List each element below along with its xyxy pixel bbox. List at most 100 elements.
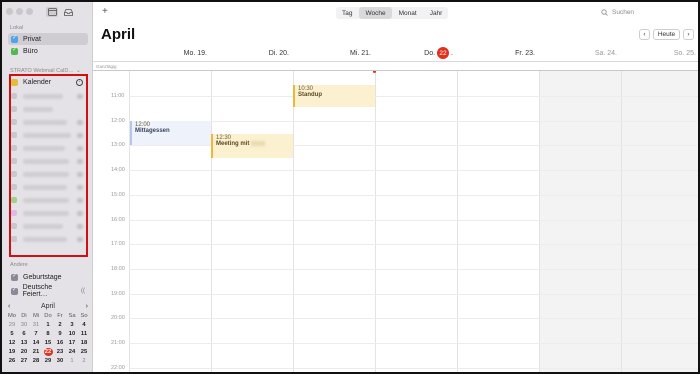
calendar-item-privat[interactable]: ✓ Privat <box>8 33 88 45</box>
day-header-thu[interactable]: Do. 22 . <box>375 47 457 59</box>
mini-day[interactable]: 31 <box>30 321 42 329</box>
event-mittagessen[interactable]: 12:00 Mittagessen <box>130 121 211 145</box>
day-header-label: Do. <box>424 49 436 57</box>
mini-day[interactable]: 6 <box>18 330 30 338</box>
calendar-item-buero[interactable]: ✓ Büro <box>8 45 88 57</box>
mini-day[interactable]: 16 <box>54 339 66 347</box>
mini-weekday: Mi <box>32 313 40 319</box>
mini-weekday: Do <box>44 313 52 319</box>
mini-day[interactable]: 10 <box>66 330 78 338</box>
calendar-label: Deutsche Feiert… <box>22 284 53 298</box>
checkbox-checked-icon[interactable]: ✓ <box>11 35 18 43</box>
mini-day[interactable]: 30 <box>54 357 66 365</box>
search-placeholder: Suchen <box>612 9 635 16</box>
mini-day[interactable]: 11 <box>78 330 90 338</box>
mini-day[interactable]: 5 <box>6 330 18 338</box>
mini-day[interactable]: 1 <box>42 321 54 329</box>
mini-day[interactable]: 20 <box>18 348 30 356</box>
chevron-left-icon: ‹ <box>643 31 646 38</box>
mini-day[interactable]: 27 <box>18 357 30 365</box>
mini-day[interactable]: 9 <box>54 330 66 338</box>
mini-weekday: Fr <box>57 313 63 319</box>
mini-day[interactable]: 12 <box>6 339 18 347</box>
day-header-tue[interactable]: Di. 20. <box>211 47 293 59</box>
mini-day[interactable]: 17 <box>66 339 78 347</box>
mini-day[interactable]: 23 <box>54 348 66 356</box>
calendar-item-feiertage[interactable]: ✓ Deutsche Feiert… (( <box>8 284 88 298</box>
mini-day[interactable]: 1 <box>66 357 78 365</box>
allday-label: Ganztägig <box>96 64 117 69</box>
week-grid[interactable]: 11:00 12:00 13:00 14:00 15:00 16:00 17:00 18:00… <box>93 71 698 372</box>
mini-day[interactable]: 24 <box>66 348 78 356</box>
hour-line <box>129 96 698 97</box>
calendar-label: Geburtstage <box>23 273 62 281</box>
prev-week-button[interactable]: ‹ <box>639 29 650 40</box>
day-header-sun[interactable]: So. 25. <box>621 47 698 59</box>
column-divider <box>539 71 540 372</box>
hour-label: 19:00 <box>111 291 125 297</box>
mini-day[interactable]: 28 <box>30 357 42 365</box>
mini-day[interactable]: 8 <box>42 330 54 338</box>
calendar-item-geburtstage[interactable]: ✓ Geburtstage <box>8 271 88 283</box>
add-event-button[interactable]: + <box>102 6 108 17</box>
inbox-icon[interactable] <box>62 7 74 17</box>
mini-day[interactable]: 13 <box>18 339 30 347</box>
section-title-other: Andere <box>10 262 28 268</box>
view-switcher: Tag Woche Monat Jahr <box>336 7 449 19</box>
event-meeting[interactable]: 12:30 Meeting mit <box>211 134 293 158</box>
calendar-list-toggle-icon[interactable] <box>46 7 58 17</box>
day-header-mon[interactable]: Mo. 19. <box>129 47 211 59</box>
day-header-sat[interactable]: Sa. 24. <box>539 47 621 59</box>
mini-day[interactable]: 18 <box>78 339 90 347</box>
close-window-button[interactable] <box>6 8 13 15</box>
minimize-window-button[interactable] <box>16 8 23 15</box>
mini-day[interactable]: 25 <box>78 348 90 356</box>
hour-label: 16:00 <box>111 217 125 223</box>
hour-line <box>129 294 698 295</box>
event-standup[interactable]: 10:30 Standup <box>293 85 375 107</box>
mini-day[interactable]: 26 <box>6 357 18 365</box>
hour-line <box>129 170 698 171</box>
mini-day[interactable]: 29 <box>42 357 54 365</box>
hour-line <box>129 368 698 369</box>
mini-day[interactable]: 19 <box>6 348 18 356</box>
zoom-window-button[interactable] <box>26 8 33 15</box>
event-title: Mittagessen <box>135 128 170 134</box>
tab-tag[interactable]: Tag <box>336 7 358 19</box>
mini-day[interactable]: 4 <box>78 321 90 329</box>
search-field[interactable]: Suchen <box>601 9 634 16</box>
hour-label: 11:00 <box>111 93 125 99</box>
mini-day[interactable]: 15 <box>42 339 54 347</box>
section-title-local: Lokal <box>10 25 24 31</box>
chevron-down-icon[interactable]: ⌄ <box>76 67 81 74</box>
mini-day[interactable]: 30 <box>18 321 30 329</box>
prev-month-icon[interactable]: ‹ <box>8 303 10 310</box>
chevron-right-icon: › <box>687 31 690 38</box>
checkbox-checked-icon[interactable]: ✓ <box>11 273 18 281</box>
today-button[interactable]: Heute <box>653 29 680 40</box>
tab-monat[interactable]: Monat <box>393 7 423 19</box>
sidebar: Lokal ✓ Privat ✓ Büro STRATO Webmail Cal… <box>2 2 93 372</box>
mini-day[interactable]: 14 <box>30 339 42 347</box>
hour-line <box>129 269 698 270</box>
mini-day[interactable]: 3 <box>66 321 78 329</box>
event-title-row: Meeting mit <box>216 141 290 147</box>
subscription-icon[interactable]: (( <box>81 288 85 294</box>
allday-row[interactable]: Ganztägig <box>93 61 698 71</box>
next-week-button[interactable]: › <box>683 29 694 40</box>
mini-day[interactable]: 2 <box>54 321 66 329</box>
checkbox-checked-icon[interactable]: ✓ <box>11 47 18 55</box>
hour-label: 18:00 <box>111 266 125 272</box>
day-header-wed[interactable]: Mi. 21. <box>293 47 375 59</box>
checkbox-checked-icon[interactable]: ✓ <box>11 287 18 295</box>
mini-day[interactable]: 29 <box>6 321 18 329</box>
mini-day[interactable]: 21 <box>30 348 42 356</box>
mini-day[interactable]: 2 <box>78 357 90 365</box>
next-month-icon[interactable]: › <box>86 303 88 310</box>
day-header-fri[interactable]: Fr. 23. <box>457 47 539 59</box>
mini-day-today[interactable]: 22 <box>43 348 53 356</box>
column-divider <box>457 71 458 372</box>
tab-jahr[interactable]: Jahr <box>424 7 449 19</box>
tab-woche[interactable]: Woche <box>359 7 392 19</box>
mini-day[interactable]: 7 <box>30 330 42 338</box>
